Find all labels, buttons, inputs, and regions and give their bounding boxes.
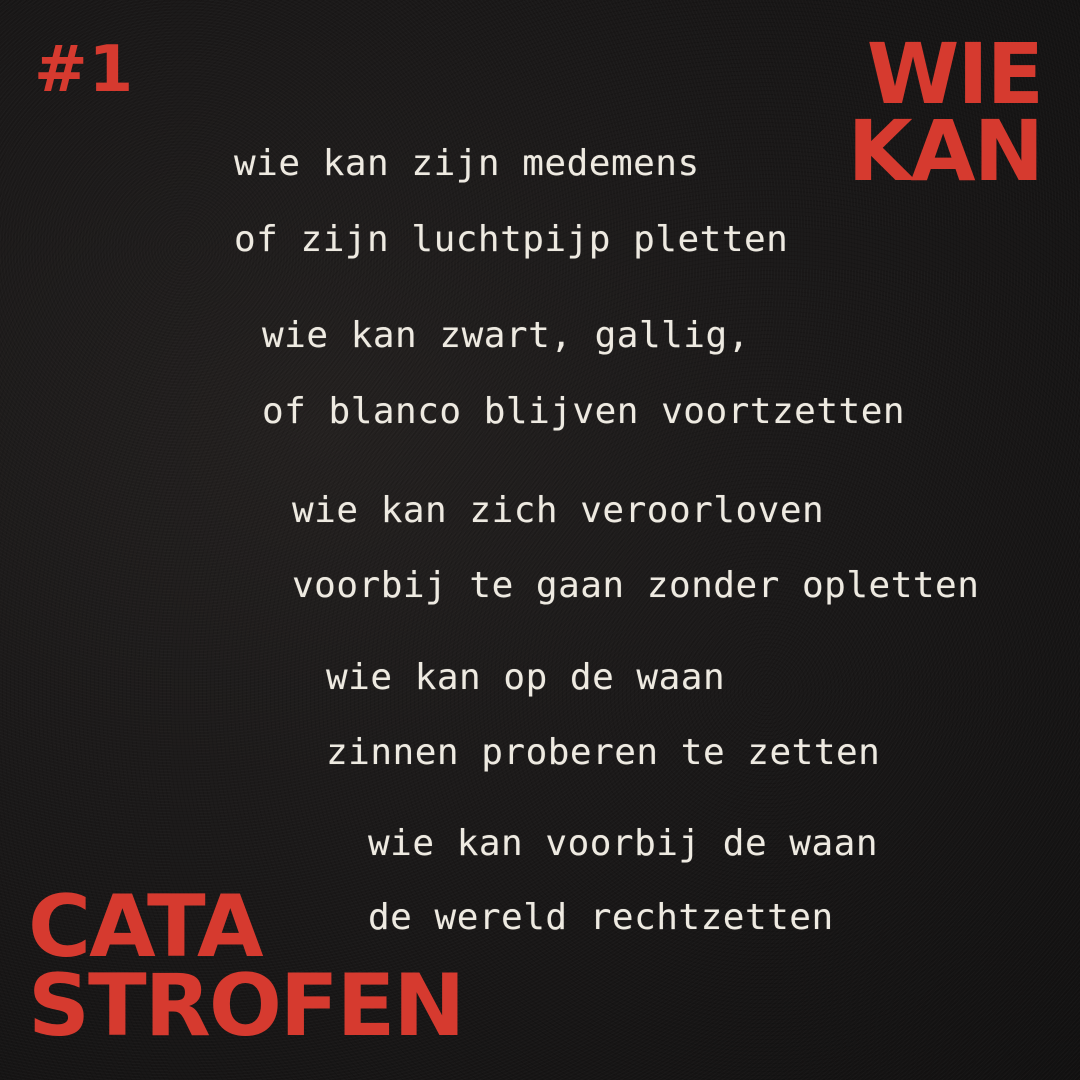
poem-line: wie kan voorbij de waan [368,823,878,864]
poster: #1 WIE KAN wie kan zijn medemens of zijn… [0,0,1080,1080]
title-line: KAN [847,102,1044,201]
title-wie-kan: WIE KAN [847,32,1044,201]
poem-line: zinnen proberen te zetten [326,732,881,773]
poem-line: of blanco blijven voortzetten [262,391,906,432]
poem-line: wie kan zich veroorloven [292,490,825,531]
poem-line: of zijn luchtpijp pletten [234,219,789,260]
poem-line: wie kan zwart, gallig, [262,315,750,356]
title-line: STROFEN [28,956,465,1057]
poem-line: wie kan zijn medemens [234,143,700,184]
issue-number: #1 [34,33,135,107]
poem-line: voorbij te gaan zonder opletten [292,565,980,606]
title-catastrofen: CATA STROFEN [28,884,465,1057]
poem-line: wie kan op de waan [326,657,726,698]
